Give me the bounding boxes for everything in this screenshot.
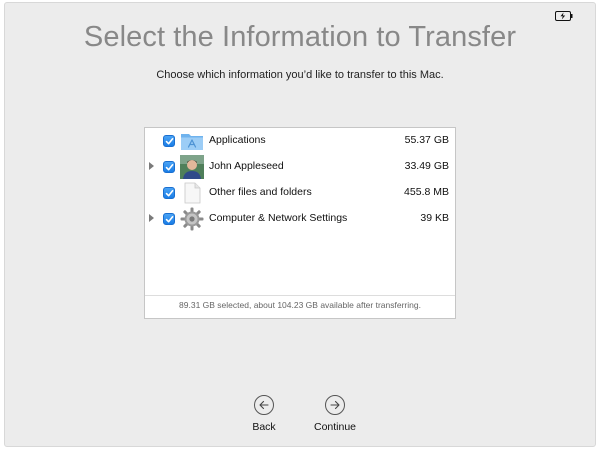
item-size: 33.49 GB xyxy=(404,160,449,172)
back-label: Back xyxy=(252,421,276,433)
item-size: 455.8 MB xyxy=(404,186,449,198)
migration-window: Select the Information to Transfer Choos… xyxy=(4,2,596,447)
list-item-settings[interactable]: Computer & Network Settings 39 KB xyxy=(145,206,455,232)
list-item-user[interactable]: John Appleseed 33.49 GB xyxy=(145,154,455,180)
checkbox-user[interactable] xyxy=(163,161,175,173)
arrow-right-icon[interactable] xyxy=(325,395,345,415)
disclosure-triangle-icon[interactable] xyxy=(149,214,154,222)
item-label: John Appleseed xyxy=(209,160,284,172)
list-item-other-files[interactable]: Other files and folders 455.8 MB xyxy=(145,180,455,206)
continue-button[interactable]: Continue xyxy=(305,395,365,433)
document-icon xyxy=(184,182,201,204)
transfer-items-list: Applications 55.37 GB John Appleseed 33.… xyxy=(144,127,456,319)
transfer-summary: 89.31 GB selected, about 104.23 GB avail… xyxy=(145,295,455,318)
continue-label: Continue xyxy=(313,421,357,433)
arrow-left-icon[interactable] xyxy=(254,395,274,415)
item-size: 55.37 GB xyxy=(404,134,449,146)
item-size: 39 KB xyxy=(420,212,449,224)
disclosure-triangle-icon[interactable] xyxy=(149,162,154,170)
checkbox-applications[interactable] xyxy=(163,135,175,147)
gear-icon xyxy=(180,207,204,231)
list-item-applications[interactable]: Applications 55.37 GB xyxy=(145,128,455,154)
checkbox-other-files[interactable] xyxy=(163,187,175,199)
item-label: Computer & Network Settings xyxy=(209,212,348,224)
user-avatar-icon xyxy=(180,155,204,179)
page-subtitle: Choose which information you’d like to t… xyxy=(156,69,444,81)
back-button[interactable]: Back xyxy=(234,395,294,433)
item-label: Other files and folders xyxy=(209,186,312,198)
page-title: Select the Information to Transfer xyxy=(83,21,517,53)
battery-charging-icon xyxy=(555,11,573,21)
item-label: Applications xyxy=(209,134,266,146)
checkbox-settings[interactable] xyxy=(163,213,175,225)
applications-folder-icon xyxy=(181,134,203,150)
